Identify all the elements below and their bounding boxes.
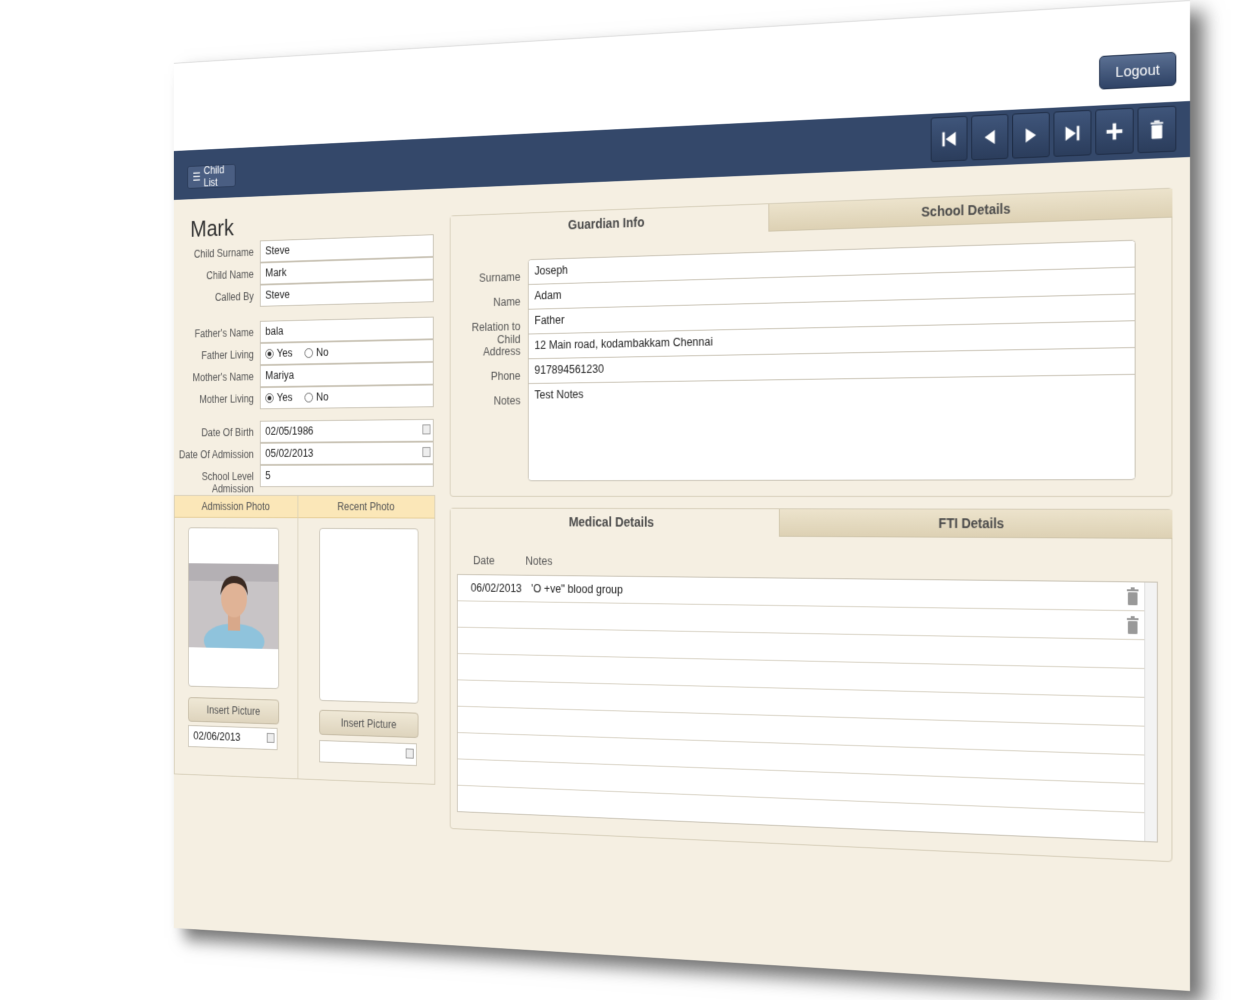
- relation-label: Relation to Child: [471, 319, 521, 347]
- next-record-button[interactable]: [1012, 111, 1050, 159]
- date-column-header: Date: [473, 554, 495, 568]
- delete-icon: [1150, 120, 1164, 139]
- prev-icon: [984, 129, 995, 145]
- address-label: Address: [483, 344, 521, 359]
- admission-photo-date-field[interactable]: 02/06/2013: [188, 725, 278, 751]
- admission-photo: [188, 563, 279, 650]
- no-label: No: [316, 345, 329, 359]
- row-date: [458, 614, 531, 615]
- mother-living-no-radio[interactable]: No: [304, 391, 328, 404]
- fathers-name-label: Father's Name: [194, 326, 254, 341]
- school-level-label: School Level Admission: [201, 470, 254, 495]
- recent-photo-date-field[interactable]: [319, 740, 417, 766]
- previous-record-button[interactable]: [971, 113, 1009, 161]
- doa-field[interactable]: 05/02/2013: [259, 441, 434, 465]
- delete-record-button[interactable]: [1137, 105, 1177, 154]
- mothers-name-field[interactable]: Mariya: [259, 361, 434, 388]
- notes-label: Notes: [493, 394, 521, 408]
- guardian-fields: Joseph Adam Father 12 Main road, kodamba…: [527, 239, 1136, 482]
- trash-icon[interactable]: [1126, 616, 1139, 635]
- last-record-button[interactable]: [1053, 109, 1092, 157]
- tab-fti-details[interactable]: FTI Details: [778, 509, 1173, 539]
- doa-label: Date Of Admission: [178, 448, 254, 461]
- notes-column-header: Notes: [525, 554, 553, 568]
- tab-guardian-info[interactable]: Guardian Info: [450, 204, 769, 242]
- doa-value: 05/02/2013: [265, 446, 314, 460]
- no-label: No: [316, 390, 329, 404]
- father-living-label: Father Living: [201, 348, 254, 362]
- guardian-panel: Guardian Info School Details Surname Nam…: [449, 187, 1173, 497]
- school-level-field[interactable]: 5: [259, 464, 434, 488]
- father-living-group: Yes No: [259, 339, 434, 366]
- radio-selected-icon: [265, 392, 274, 403]
- mother-living-group: Yes No: [259, 384, 434, 410]
- admission-photo-frame: [188, 527, 280, 690]
- dob-value: 02/05/1986: [265, 424, 314, 438]
- first-icon: [942, 131, 956, 147]
- insert-admission-picture-button[interactable]: Insert Picture: [188, 697, 280, 725]
- radio-empty-icon: [304, 347, 313, 358]
- child-name-label: Child Name: [206, 268, 254, 282]
- yes-label: Yes: [276, 391, 293, 404]
- logout-button[interactable]: Logout: [1099, 51, 1177, 90]
- mothers-name-label: Mother's Name: [192, 370, 254, 384]
- child-list-label: Child List: [203, 163, 225, 190]
- father-living-no-radio[interactable]: No: [304, 346, 328, 359]
- child-surname-label: Child Surname: [193, 246, 254, 261]
- radio-selected-icon: [265, 348, 274, 359]
- child-title: Mark: [190, 214, 234, 243]
- mother-living-label: Mother Living: [199, 392, 254, 406]
- tab-medical-details[interactable]: Medical Details: [450, 508, 779, 536]
- medical-table: 06/02/2013 'O +ve" blood group: [456, 574, 1158, 843]
- row-notes: 'O +ve" blood group: [531, 582, 623, 597]
- list-icon: ☰: [192, 170, 201, 184]
- photos-section: Admission Photo Recent Photo Insert Pict…: [173, 495, 436, 785]
- mother-living-yes-radio[interactable]: Yes: [265, 391, 292, 404]
- phone-label: Phone: [490, 369, 521, 383]
- recent-photo-frame: [319, 527, 419, 704]
- calendar-icon[interactable]: [422, 447, 431, 458]
- recent-photo-header: Recent Photo: [298, 495, 435, 519]
- dob-label: Date Of Birth: [201, 426, 254, 439]
- last-icon: [1065, 125, 1080, 141]
- tab-school-details[interactable]: School Details: [768, 188, 1173, 232]
- insert-recent-picture-button[interactable]: Insert Picture: [319, 709, 419, 739]
- called-by-field[interactable]: Steve: [259, 279, 434, 307]
- calendar-icon[interactable]: [405, 748, 414, 759]
- admission-photo-header: Admission Photo: [174, 495, 298, 519]
- row-notes: [531, 615, 1157, 625]
- dob-field[interactable]: 02/05/1986: [259, 418, 434, 443]
- photo-divider: [297, 495, 299, 779]
- guardian-surname-label: Surname: [479, 270, 521, 285]
- app-window: Logout ☰ Child List Mark Child Surname S…: [173, 0, 1190, 991]
- add-record-button[interactable]: [1095, 107, 1134, 156]
- table-scrollbar[interactable]: [1144, 582, 1157, 842]
- admission-photo-date: 02/06/2013: [193, 729, 241, 744]
- guardian-name-label: Name: [493, 295, 521, 309]
- add-icon: [1106, 123, 1123, 140]
- row-date: 06/02/2013: [470, 581, 522, 595]
- child-list-button[interactable]: ☰ Child List: [187, 163, 236, 190]
- next-icon: [1025, 127, 1037, 143]
- radio-empty-icon: [304, 392, 313, 403]
- trash-icon[interactable]: [1126, 587, 1139, 606]
- first-record-button[interactable]: [930, 115, 968, 163]
- notes-field[interactable]: Test Notes: [528, 374, 1135, 480]
- yes-label: Yes: [276, 346, 293, 360]
- father-living-yes-radio[interactable]: Yes: [265, 347, 292, 360]
- main-card: Logout ☰ Child List Mark Child Surname S…: [173, 0, 1190, 991]
- medical-panel: Medical Details FTI Details Date Notes 0…: [449, 507, 1173, 863]
- called-by-label: Called By: [214, 290, 254, 304]
- calendar-icon[interactable]: [422, 424, 431, 435]
- calendar-icon[interactable]: [266, 732, 275, 743]
